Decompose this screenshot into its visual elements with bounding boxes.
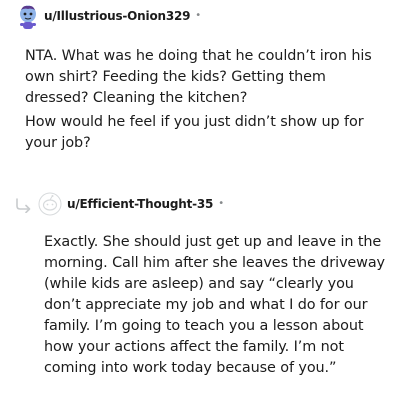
snoo-avatar-icon[interactable] [17,4,39,30]
username-link[interactable]: u/Illustrious-Onion329 [44,9,190,23]
comment-paragraph: Exactly. She should just get up and leav… [44,234,385,376]
comment-paragraph: How would he feel if you just didn’t sho… [25,114,364,151]
comment-meta: u/Illustrious-Onion329 • [44,8,201,24]
meta-separator: • [195,10,202,21]
reply-arrow-icon [14,197,34,214]
comment-paragraph: NTA. What was he doing that he couldn’t … [25,48,372,106]
meta-separator: • [218,198,225,209]
default-avatar-icon[interactable] [38,192,62,216]
comment-meta: u/Efficient-Thought-35 • [67,196,224,212]
username-link[interactable]: u/Efficient-Thought-35 [67,197,213,211]
